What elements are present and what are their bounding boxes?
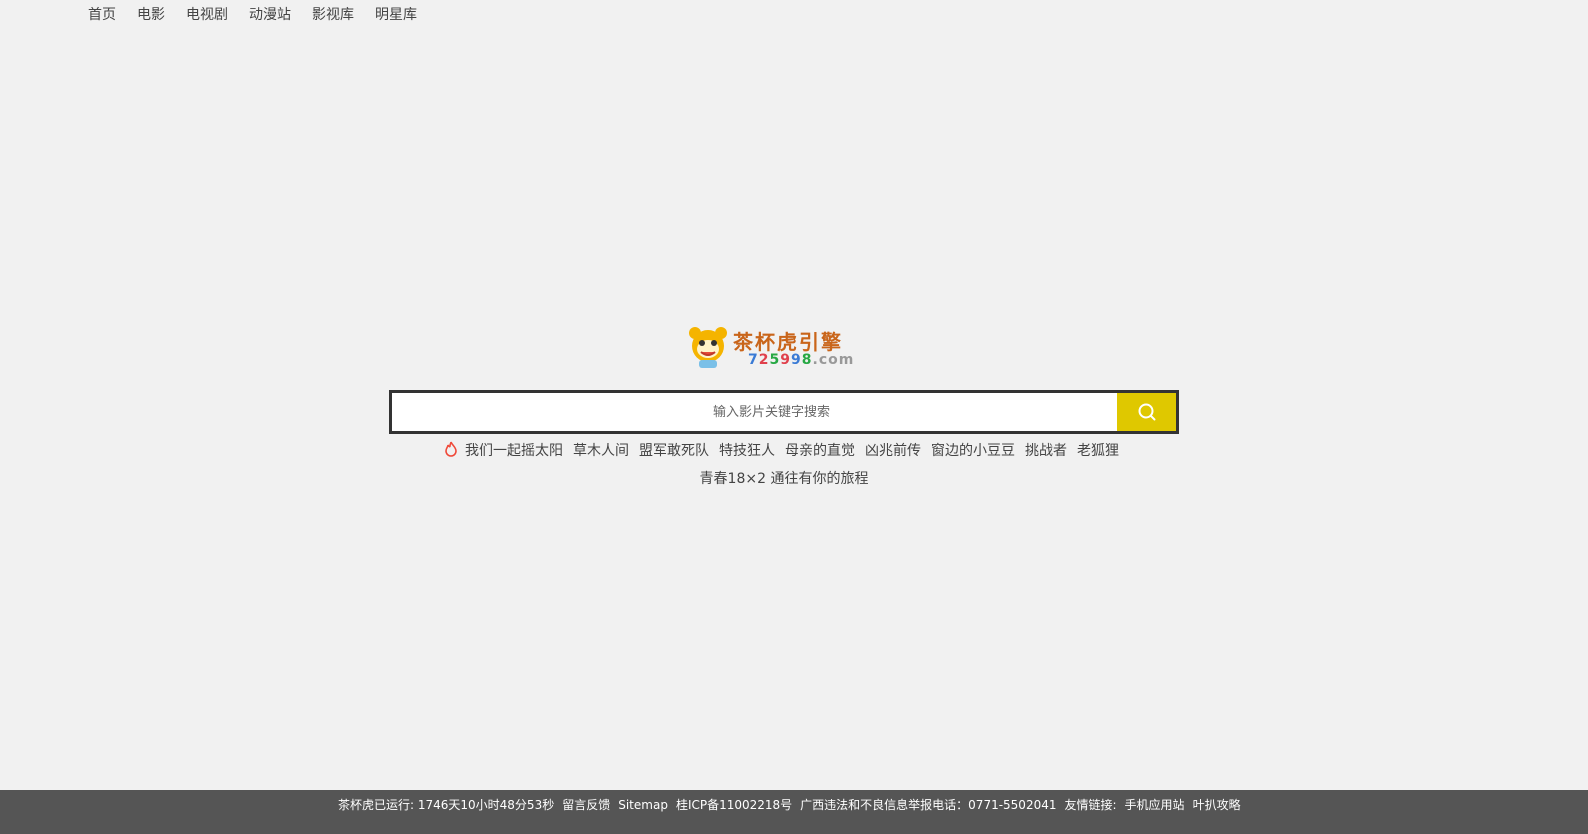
runtime-text: 茶杯虎已运行: 1746天10小时48分53秒 xyxy=(338,798,555,812)
hot-word-item[interactable]: 青春18×2 通往有你的旅程 xyxy=(394,469,1174,489)
nav-movies[interactable]: 电影 xyxy=(137,5,165,25)
report-text: 广西违法和不良信息举报电话：0771-5502041 xyxy=(800,798,1057,812)
hot-word-item[interactable]: 特技狂人 xyxy=(719,441,775,461)
hot-word-item[interactable]: 挑战者 xyxy=(1025,441,1067,461)
search-input[interactable] xyxy=(392,393,1117,431)
logo-domain: 725998.com xyxy=(748,352,854,368)
hot-word-item[interactable]: 老狐狸 xyxy=(1077,441,1119,461)
search-box xyxy=(389,390,1179,434)
tiger-mascot-icon xyxy=(689,327,727,368)
site-logo[interactable]: 茶杯虎引擎 725998.com xyxy=(687,324,887,370)
hot-word-item[interactable]: 窗边的小豆豆 xyxy=(931,441,1015,461)
nav-anime[interactable]: 动漫站 xyxy=(249,5,291,25)
top-nav: 首页 电影 电视剧 动漫站 影视库 明星库 xyxy=(88,5,438,25)
logo-title: 茶杯虎引擎 xyxy=(733,330,843,354)
hot-word-item[interactable]: 母亲的直觉 xyxy=(785,441,855,461)
nav-library[interactable]: 影视库 xyxy=(312,5,354,25)
hot-word-item[interactable]: 盟军敢死队 xyxy=(639,441,709,461)
footer: 茶杯虎已运行: 1746天10小时48分53秒 留言反馈 Sitemap 桂ICP备1… xyxy=(0,790,1588,834)
icp-link[interactable]: 桂ICP备11002218号 xyxy=(676,798,792,812)
logo-domain-char: 5 xyxy=(769,352,781,368)
logo-domain-suffix: .com xyxy=(812,352,855,368)
footer-content: 茶杯虎已运行: 1746天10小时48分53秒 留言反馈 Sitemap 桂ICP备1… xyxy=(338,797,1249,813)
hot-word-item[interactable]: 我们一起摇太阳 xyxy=(465,441,563,461)
nav-stars[interactable]: 明星库 xyxy=(375,5,417,25)
search-button[interactable] xyxy=(1117,393,1176,431)
logo-domain-char: 9 xyxy=(791,352,802,368)
fire-icon xyxy=(445,441,457,457)
logo-domain-char: 8 xyxy=(801,352,813,368)
logo-domain-char: 2 xyxy=(758,352,770,368)
links-label: 友情链接: xyxy=(1064,798,1117,812)
hot-words: 我们一起摇太阳 草木人间 盟军敢死队 特技狂人 母亲的直觉 凶兆前传 窗边的小豆豆 挑战者 老狐… xyxy=(389,441,1179,489)
friend-link[interactable]: 手机应用站 xyxy=(1125,798,1185,812)
search-icon xyxy=(1138,403,1155,421)
nav-tv[interactable]: 电视剧 xyxy=(186,5,228,25)
feedback-link[interactable]: 留言反馈 xyxy=(562,798,610,812)
friend-link[interactable]: 叶扒攻略 xyxy=(1193,798,1241,812)
logo-domain-char: 7 xyxy=(748,352,759,368)
logo-domain-char: 9 xyxy=(780,352,791,368)
nav-home[interactable]: 首页 xyxy=(88,5,116,25)
sitemap-link[interactable]: Sitemap xyxy=(618,798,668,812)
hot-word-item[interactable]: 草木人间 xyxy=(573,441,629,461)
hot-word-item[interactable]: 凶兆前传 xyxy=(865,441,921,461)
